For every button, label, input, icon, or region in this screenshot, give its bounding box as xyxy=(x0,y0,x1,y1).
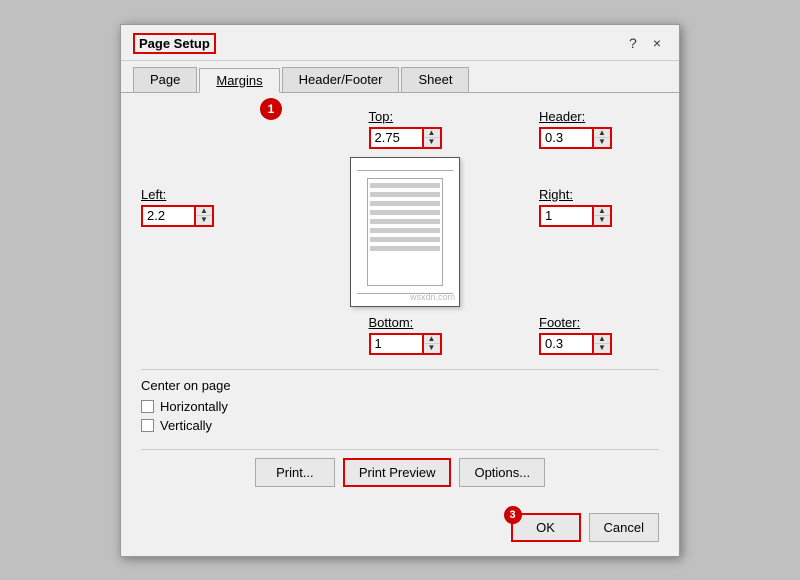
tab-page[interactable]: Page xyxy=(133,67,197,92)
title-bar: Page Setup ? × xyxy=(121,25,679,61)
tab-margins[interactable]: Margins xyxy=(199,68,279,93)
right-spinner-down[interactable]: ▼ xyxy=(594,216,610,225)
tab-bar: Page Margins Header/Footer Sheet xyxy=(121,61,679,93)
left-spinner: ▲ ▼ xyxy=(196,205,214,227)
footer-spinner-down[interactable]: ▼ xyxy=(594,344,610,353)
vertically-row[interactable]: Vertically xyxy=(141,418,659,433)
bottom-label: Bottom: xyxy=(369,315,442,330)
vertically-checkbox[interactable] xyxy=(141,419,154,432)
line-6 xyxy=(370,228,440,233)
horizontally-label: Horizontally xyxy=(160,399,228,414)
print-button[interactable]: Print... xyxy=(255,458,335,487)
line-3 xyxy=(370,201,440,206)
left-margin-area: Left: ▲ ▼ xyxy=(141,157,271,227)
page-setup-dialog: Page Setup ? × Page Margins Header/Foote… xyxy=(120,24,680,557)
page-lines xyxy=(370,183,440,251)
header-margin-area: Header: ▲ ▼ xyxy=(539,109,659,149)
line-8 xyxy=(370,246,440,251)
line-5 xyxy=(370,219,440,224)
line-2 xyxy=(370,192,440,197)
top-row: 1 Top: ▲ ▼ Header: xyxy=(141,109,659,149)
vertically-label: Vertically xyxy=(160,418,212,433)
header-margin-field: Header: ▲ ▼ xyxy=(539,109,612,149)
badge-3: 3 xyxy=(504,506,522,524)
left-input[interactable] xyxy=(141,205,196,227)
title-bar-controls: ? × xyxy=(623,33,667,53)
tab-header-footer[interactable]: Header/Footer xyxy=(282,67,400,92)
header-label: Header: xyxy=(539,109,612,124)
page-preview-container: wsxdn.com xyxy=(271,157,539,307)
bottom-input[interactable] xyxy=(369,333,424,355)
bottom-margin-area: Bottom: ▲ ▼ xyxy=(271,315,539,355)
top-input[interactable] xyxy=(369,127,424,149)
header-field-group: ▲ ▼ xyxy=(539,127,612,149)
content-area: 1 Top: ▲ ▼ Header: xyxy=(121,93,679,503)
right-margin-field: Right: ▲ ▼ xyxy=(539,187,612,227)
bottom-spinner-down[interactable]: ▼ xyxy=(424,344,440,353)
horizontally-row[interactable]: Horizontally xyxy=(141,399,659,414)
dialog-title: Page Setup xyxy=(133,33,216,54)
cancel-button[interactable]: Cancel xyxy=(589,513,659,542)
center-on-page-label: Center on page xyxy=(141,378,659,393)
right-field-group: ▲ ▼ xyxy=(539,205,612,227)
close-button[interactable]: × xyxy=(647,33,667,53)
top-margin-area: 1 Top: ▲ ▼ xyxy=(271,109,539,149)
right-spinner: ▲ ▼ xyxy=(594,205,612,227)
right-margin-area: Right: ▲ ▼ xyxy=(539,157,659,227)
options-button[interactable]: Options... xyxy=(459,458,545,487)
print-preview-button[interactable]: Print Preview xyxy=(343,458,452,487)
left-margin-field: Left: ▲ ▼ xyxy=(141,187,214,227)
top-margin-field: Top: ▲ ▼ xyxy=(369,109,442,149)
footer-margin-area: Footer: ▲ ▼ xyxy=(539,315,659,355)
top-spinner-down[interactable]: ▼ xyxy=(424,138,440,147)
left-spinner-down[interactable]: ▼ xyxy=(196,216,212,225)
left-field-group: ▲ ▼ xyxy=(141,205,214,227)
bottom-spinner: ▲ ▼ xyxy=(424,333,442,355)
footer-field-group: ▲ ▼ xyxy=(539,333,659,355)
bottom-row: Bottom: ▲ ▼ Footer: xyxy=(141,315,659,355)
header-spinner-down[interactable]: ▼ xyxy=(594,138,610,147)
footer-margin-field: Footer: ▲ ▼ xyxy=(539,315,659,355)
header-input[interactable] xyxy=(539,127,594,149)
line-1 xyxy=(370,183,440,188)
line-4 xyxy=(370,210,440,215)
footer-spinner: ▲ ▼ xyxy=(594,333,612,355)
page-preview: wsxdn.com xyxy=(350,157,460,307)
ok-button[interactable]: 3 OK xyxy=(511,513,581,542)
footer-label: Footer: xyxy=(539,315,659,330)
page-inner-area xyxy=(367,178,443,286)
top-spinner: ▲ ▼ xyxy=(424,127,442,149)
left-label: Left: xyxy=(141,187,214,202)
help-button[interactable]: ? xyxy=(623,33,643,53)
bottom-field-group: ▲ ▼ xyxy=(369,333,442,355)
badge-1: 1 xyxy=(260,98,282,120)
right-label: Right: xyxy=(539,187,612,202)
top-label: Top: xyxy=(369,109,442,124)
ok-cancel-row: 3 OK Cancel xyxy=(121,503,679,556)
line-7 xyxy=(370,237,440,242)
footer-input[interactable] xyxy=(539,333,594,355)
tab-sheet[interactable]: Sheet xyxy=(401,67,469,92)
action-buttons-row: Print... Print Preview Options... xyxy=(141,449,659,487)
horizontally-checkbox[interactable] xyxy=(141,400,154,413)
bottom-margin-field: Bottom: ▲ ▼ xyxy=(369,315,442,355)
middle-row: Left: ▲ ▼ xyxy=(141,157,659,307)
top-field-group: ▲ ▼ xyxy=(369,127,442,149)
center-on-page-section: Center on page Horizontally Vertically xyxy=(141,369,659,433)
header-spinner: ▲ ▼ xyxy=(594,127,612,149)
watermark: wsxdn.com xyxy=(410,292,455,302)
header-line xyxy=(357,170,453,171)
right-input[interactable] xyxy=(539,205,594,227)
